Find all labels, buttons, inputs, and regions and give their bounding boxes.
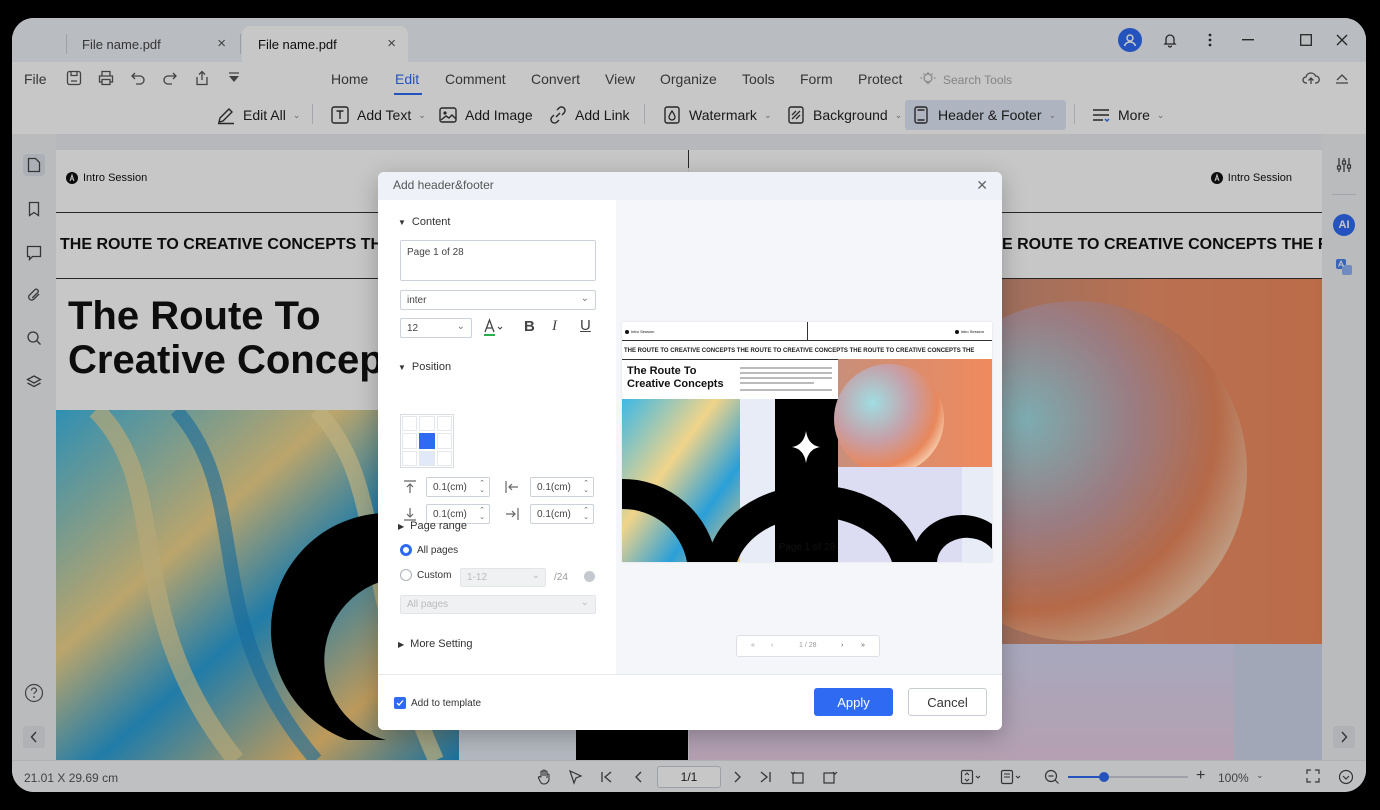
stepper-arrows[interactable]: ⌃ ⌄ (583, 480, 589, 494)
preview-rule (622, 340, 992, 341)
margin-right-value: 0.1(cm) (537, 509, 571, 520)
margin-right-input[interactable]: 0.1(cm) ⌃ ⌄ (530, 504, 594, 524)
margin-top-value: 0.1(cm) (433, 482, 467, 493)
margin-left-value: 0.1(cm) (537, 482, 571, 493)
caret-right-icon: ▶ (398, 522, 405, 531)
font-size-select[interactable]: 12 ⌄ (400, 318, 472, 338)
page-subset-select[interactable]: All pages ⌄ (400, 595, 596, 614)
custom-range-input[interactable]: 1-12 ⌄ (460, 568, 546, 587)
font-size-value: 12 (407, 323, 419, 334)
bold-icon[interactable]: B (524, 318, 535, 335)
preview-header-left: Intro Session (625, 329, 654, 334)
radio-checked (400, 544, 412, 556)
chevron-down-icon: ⌄ (531, 570, 540, 581)
margin-left-icon (504, 479, 520, 495)
total-pages: /24 (554, 572, 568, 583)
text-color-icon[interactable] (482, 318, 506, 338)
page-subset-value: All pages (407, 599, 449, 610)
preview-header-label: Intro Session (631, 329, 655, 334)
preview-page-indicator: 1 / 28 (799, 642, 817, 649)
apply-button[interactable]: Apply (814, 688, 893, 716)
preview-artwork (622, 359, 992, 562)
position-cell[interactable] (402, 450, 418, 466)
preview-header-label: Intro Session (960, 329, 984, 334)
underline-icon[interactable]: U (580, 317, 591, 334)
position-cell[interactable] (436, 450, 452, 466)
position-cell[interactable] (402, 433, 418, 449)
content-section-header[interactable]: ▼ Content (398, 216, 450, 228)
custom-label: Custom (417, 569, 452, 581)
margin-left-input[interactable]: 0.1(cm) ⌃ ⌄ (530, 477, 594, 497)
content-label: Content (411, 216, 451, 228)
position-label: Position (411, 361, 452, 373)
more-setting-label: More Setting (410, 638, 473, 650)
position-cell[interactable] (419, 450, 435, 466)
all-pages-radio[interactable]: All pages (400, 544, 458, 556)
app-window: File name.pdf × File name.pdf × File Hom… (12, 18, 1366, 792)
info-icon[interactable] (584, 571, 595, 582)
position-cell[interactable] (436, 416, 452, 432)
custom-range-value: 1-12 (467, 572, 488, 583)
caret-down-icon: ▼ (398, 218, 406, 227)
margin-bottom-value: 0.1(cm) (433, 509, 467, 520)
add-to-template-checkbox[interactable]: Add to template (394, 697, 481, 709)
checkbox-checked-icon (394, 697, 406, 709)
next-page-icon[interactable]: › (841, 642, 843, 649)
dialog-footer: Add to template Apply Cancel (378, 674, 1002, 730)
stepper-arrows[interactable]: ⌃ ⌄ (479, 507, 485, 521)
position-grid (400, 414, 454, 468)
margin-top-icon (402, 479, 418, 495)
more-setting-section-header[interactable]: ▶ More Setting (398, 638, 473, 650)
caret-right-icon: ▶ (398, 640, 405, 649)
stepper-arrows[interactable]: ⌃ ⌄ (583, 507, 589, 521)
margin-right-icon (504, 506, 520, 522)
close-icon[interactable]: ✕ (976, 177, 988, 194)
position-cell-selected[interactable] (419, 433, 435, 449)
logo-icon (625, 329, 629, 334)
cancel-button[interactable]: Cancel (908, 688, 987, 716)
font-select[interactable]: inter ⌄ (400, 290, 596, 310)
chevron-down-icon: ⌄ (456, 321, 465, 332)
last-page-icon[interactable]: » (861, 642, 865, 649)
preview-footer-text: Page 1 of 28 (778, 542, 836, 553)
page-range-section-header[interactable]: ▶ Page range (398, 520, 467, 532)
position-cell[interactable] (419, 416, 435, 432)
content-textarea[interactable]: Page 1 of 28 (400, 240, 596, 281)
add-to-template-label: Add to template (411, 697, 482, 709)
custom-radio[interactable]: Custom (400, 569, 451, 581)
all-pages-label: All pages (417, 544, 459, 556)
caret-down-icon: ▼ (398, 363, 406, 372)
preview-marquee: THE ROUTE TO CREATIVE CONCEPTS THE ROUTE… (624, 348, 975, 354)
preview-panel: Intro Session Intro Session THE ROUTE TO… (616, 200, 1002, 674)
radio-unchecked (400, 569, 412, 581)
position-section-header[interactable]: ▼ Position (398, 361, 451, 373)
chevron-down-icon: ⌄ (580, 293, 589, 304)
position-cell[interactable] (402, 416, 418, 432)
preview-header-right: Intro Session (954, 329, 984, 334)
preview-page: Intro Session Intro Session THE ROUTE TO… (622, 322, 992, 562)
preview-pager: « ‹ 1 / 28 › » (736, 635, 880, 657)
stepper-arrows[interactable]: ⌃ ⌄ (479, 480, 485, 494)
position-cell[interactable] (436, 433, 452, 449)
italic-icon[interactable]: I (552, 318, 557, 335)
margin-top-input[interactable]: 0.1(cm) ⌃ ⌄ (426, 477, 490, 497)
page-range-label: Page range (410, 520, 468, 532)
dialog-title: Add header&footer (378, 172, 1002, 200)
header-footer-dialog: Add header&footer ✕ ▼ Content Page 1 of 2… (378, 172, 1002, 730)
chevron-down-icon: ⌄ (580, 597, 589, 608)
first-page-icon[interactable]: « (751, 642, 755, 649)
prev-page-icon[interactable]: ‹ (771, 642, 773, 649)
font-value: inter (407, 295, 427, 306)
preview-divider (807, 322, 808, 340)
settings-panel: ▼ Content Page 1 of 28 inter ⌄ 12 ⌄ B I U ▼… (378, 200, 616, 674)
logo-icon (954, 329, 959, 334)
